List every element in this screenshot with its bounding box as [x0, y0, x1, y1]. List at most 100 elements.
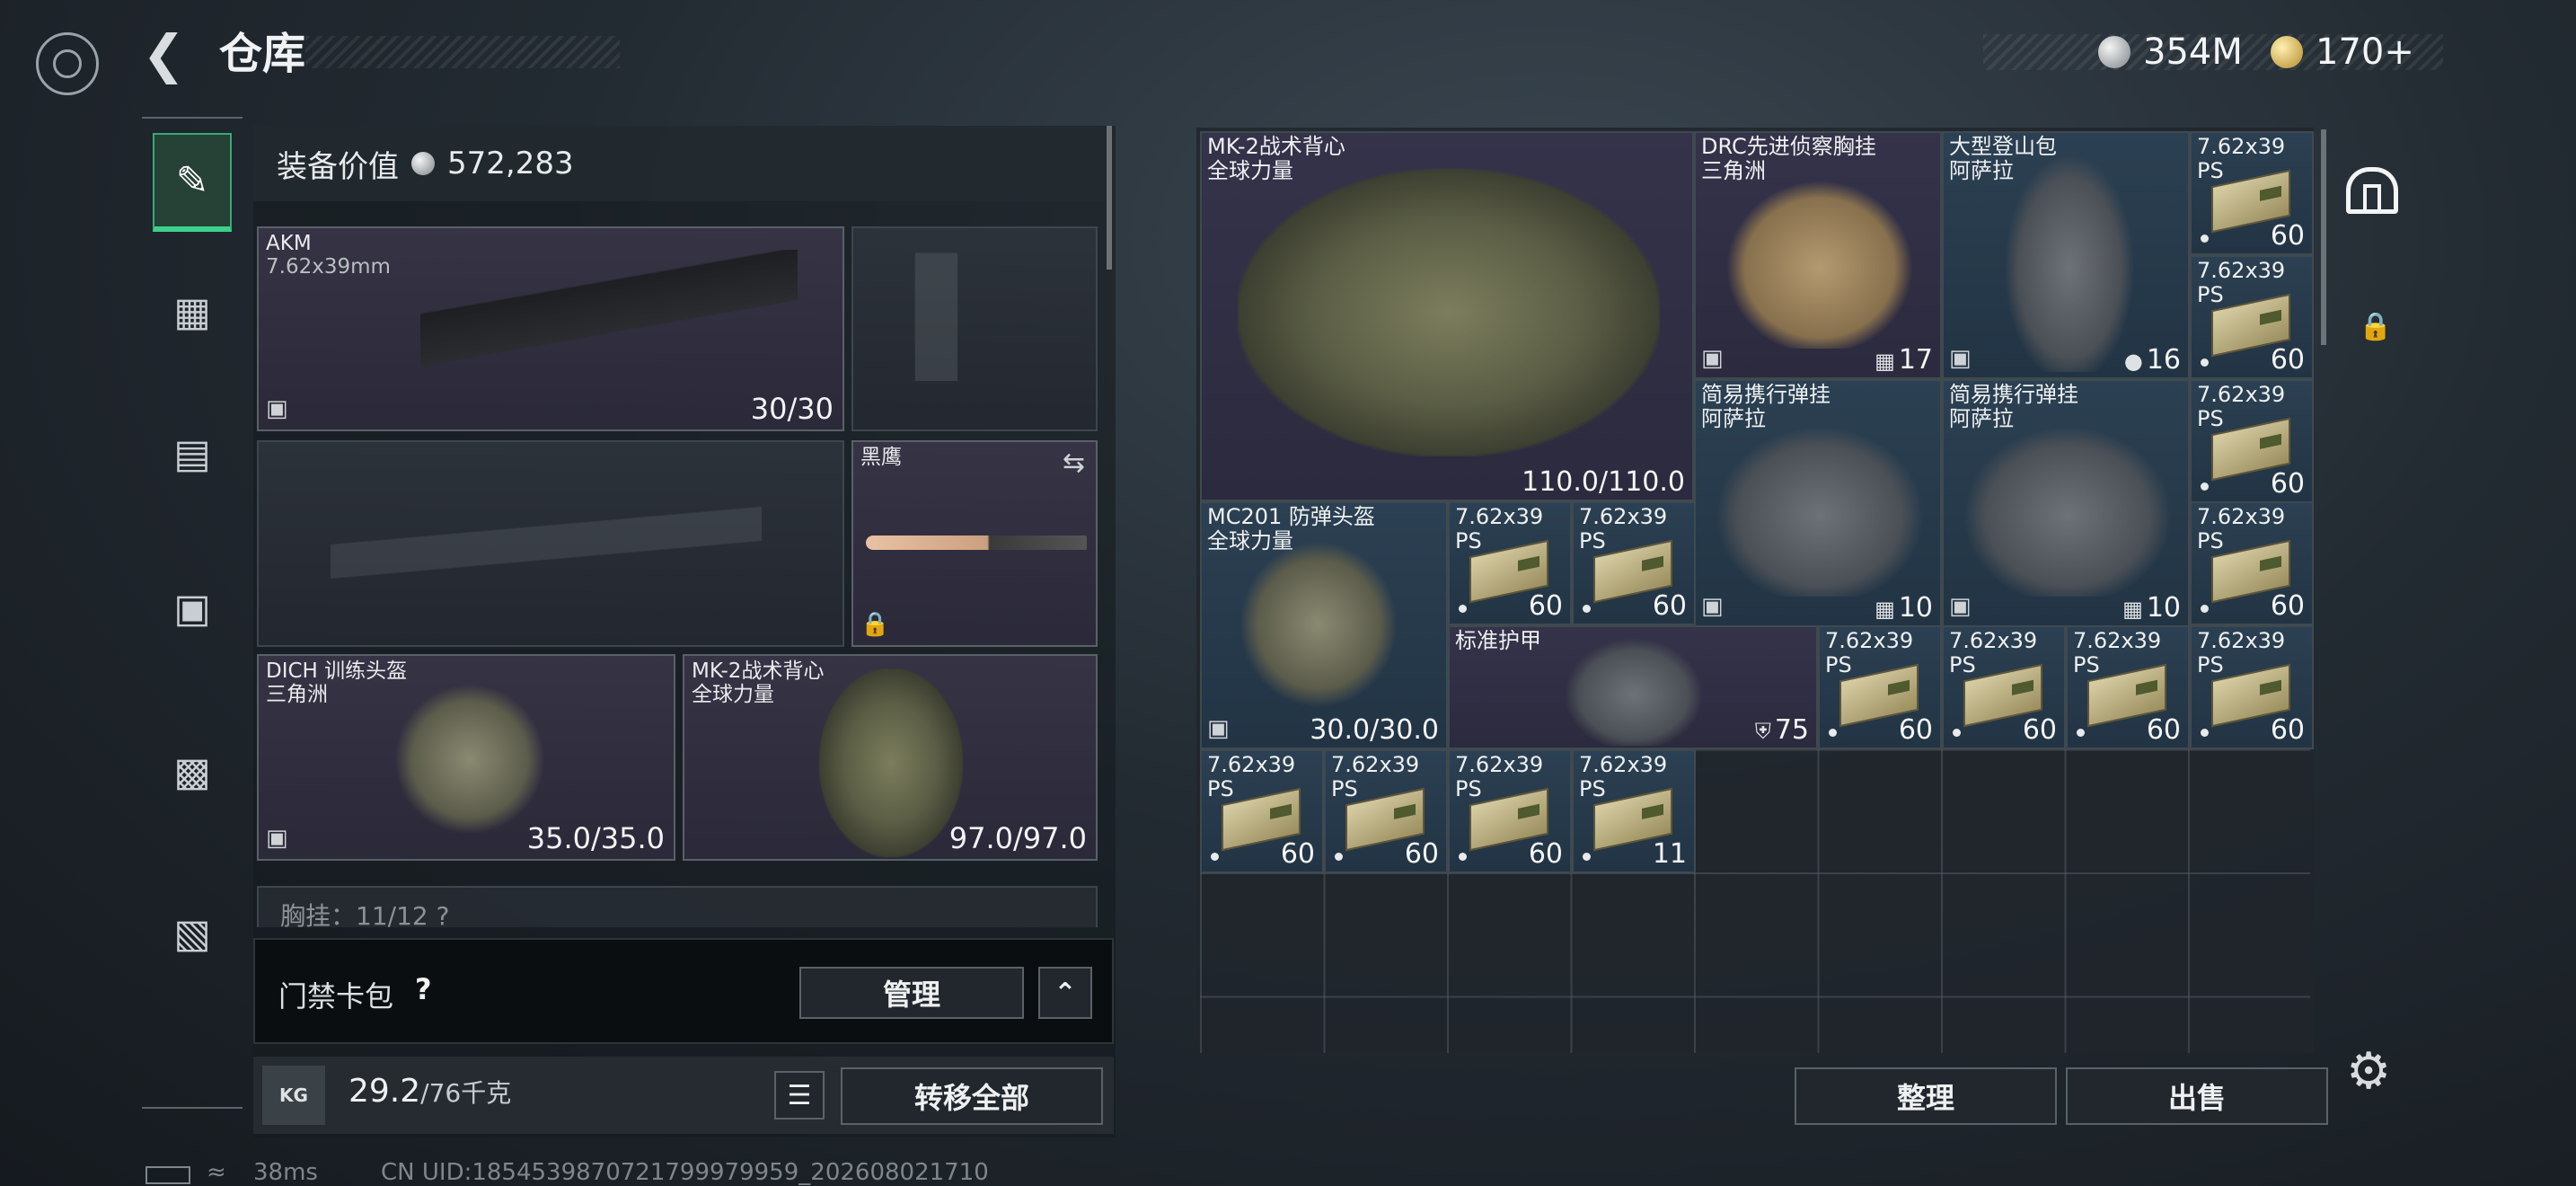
back-arrow-icon[interactable]: ❮ — [142, 27, 186, 81]
ammo-name: 7.62x39 PS — [1207, 752, 1296, 801]
stash-item-vest[interactable]: MK-2战术背心 全球力量 110.0/110.0 — [1200, 131, 1694, 501]
collapse-button[interactable]: ⌃ — [1038, 967, 1092, 1019]
stash-item-ammo[interactable]: 7.62x39 PS 60 — [2066, 625, 2190, 749]
shield-icon: ⛨ — [1754, 719, 1771, 744]
stash-item-ammo[interactable]: 7.62x39 PS 60 — [2190, 501, 2314, 625]
ammo-status-dot — [2201, 482, 2209, 491]
unbound-icon: ▣ — [1949, 593, 1972, 620]
stash-item-ammo[interactable]: 7.62x39 PS 60 — [1942, 625, 2066, 749]
category-nav: ✎ ▦ ▤ ▣ ▩ ▧ — [142, 117, 243, 1109]
weapon-ammo-count: 30/30 — [750, 392, 834, 426]
secondary-weapon-slot[interactable]: ▌ — [851, 226, 1098, 431]
equipment-value: 572,283 — [447, 146, 574, 181]
chest-rig-row[interactable]: 胸挂：11/12 ? — [257, 886, 1098, 927]
unbound-icon: ▣ — [1701, 593, 1724, 620]
unbound-icon: ▣ — [266, 825, 288, 852]
list-icon: ☰ — [787, 1079, 812, 1111]
stash-item-ammo[interactable]: 7.62x39 PS 11 — [1572, 749, 1696, 873]
weight-icon: KG — [262, 1066, 325, 1125]
sort-button[interactable]: 整理 — [1795, 1067, 2057, 1125]
backpack-icon: ▤ — [173, 430, 211, 477]
ammo-status-dot — [1829, 729, 1837, 737]
nav-item-backpack[interactable]: ▤ — [153, 404, 232, 503]
swap-icon[interactable]: ⇆ — [1063, 447, 1085, 479]
helmet-image — [1229, 530, 1408, 719]
helmet-slot[interactable]: DICH 训练头盔 三角洲 ▣ 35.0/35.0 — [257, 654, 675, 861]
ammo-status-dot — [2201, 358, 2209, 367]
loadout-scrollbar[interactable] — [1107, 126, 1112, 270]
item-name: MC201 防弹头盔 全球力量 — [1207, 504, 1375, 553]
primary-weapon-slot[interactable]: AKM 7.62x39mm ▣ 30/30 — [257, 226, 844, 431]
ammo-status-dot — [1583, 853, 1591, 861]
nav-item-armor[interactable]: ▦ — [153, 262, 232, 361]
page-title: 仓库 — [219, 29, 306, 79]
ping-value: 38ms — [253, 1159, 318, 1186]
nav-item-weapons[interactable]: ✎ — [153, 133, 232, 232]
stash-scrollbar[interactable] — [2321, 129, 2326, 345]
battery-icon — [146, 1166, 190, 1184]
ammo-name: 7.62x39 PS — [1579, 504, 1668, 553]
stash-item-ammo[interactable]: 7.62x39 PS 60 — [2190, 255, 2314, 379]
stash-item-ammo-rig-1[interactable]: 简易携行弹挂 阿萨拉 ▣ ▦ 10 — [1694, 379, 1942, 627]
stash-item-ammo[interactable]: 7.62x39 PS 60 — [2190, 379, 2314, 503]
stash-side-column — [2339, 128, 2411, 1137]
stash-item-ammo[interactable]: 7.62x39 PS 60 — [1448, 501, 1572, 625]
sell-button[interactable]: 出售 — [2066, 1067, 2328, 1125]
ammo-name: 7.62x39 PS — [1455, 752, 1544, 801]
stash-item-backpack[interactable]: 大型登山包 阿萨拉 ▣ ● 16 — [1942, 131, 2190, 379]
stash-item-ammo[interactable]: 7.62x39 PS 60 — [1200, 749, 1324, 873]
stash-home-icon[interactable] — [2346, 167, 2398, 214]
ammo-name: 7.62x39 PS — [2073, 628, 2162, 677]
vest-image — [819, 668, 963, 857]
list-view-button[interactable]: ☰ — [774, 1071, 825, 1120]
weapon-name: AKM 7.62x39mm — [266, 232, 391, 279]
ammo-count: 60 — [1528, 590, 1563, 622]
ammo-count: 11 — [1652, 838, 1687, 870]
weight-readout: 29.2/76千克 — [348, 1073, 512, 1110]
ammo-name: 7.62x39 PS — [2197, 382, 2286, 431]
user-uid: CN UID:1854539870721799979959_2026080217… — [381, 1159, 989, 1186]
stash-item-ammo[interactable]: 7.62x39 PS 60 — [2190, 625, 2314, 749]
pistol-placeholder-icon: ▌ — [916, 255, 1000, 380]
second-primary-slot[interactable] — [257, 440, 844, 647]
ammo-count: 60 — [2022, 714, 2057, 746]
lock-icon[interactable]: 🔒 — [2359, 311, 2392, 342]
vest-icon: ▦ — [173, 288, 211, 335]
settings-gear-icon[interactable]: ⚙ — [2346, 1042, 2391, 1101]
stash-item-helmet[interactable]: MC201 防弹头盔 全球力量 ▣ 30.0/30.0 — [1200, 501, 1448, 749]
stash-item-ammo[interactable]: 7.62x39 PS 60 — [1818, 625, 1942, 749]
item-capacity: ▦ 10 — [2122, 592, 2181, 624]
slots-icon: ▦ — [2122, 597, 2143, 622]
ammo-name: 7.62x39 PS — [2197, 258, 2286, 307]
armor-slot[interactable]: MK-2战术背心 全球力量 97.0/97.0 — [683, 654, 1098, 861]
nav-item-case[interactable]: ▧ — [153, 884, 232, 983]
helmet-durability: 35.0/35.0 — [526, 821, 665, 855]
melee-slot[interactable]: 黑鹰 ⇆ 🔒 — [851, 440, 1098, 647]
nav-item-bag[interactable]: ▣ — [153, 559, 232, 658]
ammo-count: 60 — [2270, 590, 2305, 622]
briefcase-icon: ▧ — [173, 910, 211, 957]
manage-button[interactable]: 管理 — [799, 967, 1024, 1019]
ammo-name: 7.62x39 PS — [1949, 628, 2038, 677]
stash-item-chest-rig[interactable]: DRC先进侦察胸挂 三角洲 ▣ ▦ 17 — [1694, 131, 1942, 379]
help-icon[interactable]: ? — [415, 972, 432, 1006]
slots-icon: ▦ — [1875, 349, 1895, 374]
helmet-name: DICH 训练头盔 三角洲 — [266, 659, 408, 706]
ammo-count: 60 — [1280, 838, 1315, 870]
stash-item-ammo[interactable]: 7.62x39 PS 60 — [2190, 131, 2314, 255]
rifle-image — [420, 250, 798, 394]
ammo-status-dot — [1211, 853, 1219, 861]
stash-item-ammo-rig-2[interactable]: 简易携行弹挂 阿萨拉 ▣ ▦ 10 — [1942, 379, 2190, 627]
helmet-image — [384, 674, 555, 845]
stash-item-ammo[interactable]: 7.62x39 PS 60 — [1448, 749, 1572, 873]
nav-item-container[interactable]: ▩ — [153, 722, 232, 821]
ammo-count: 60 — [1652, 590, 1687, 622]
transfer-all-button[interactable]: 转移全部 — [841, 1067, 1103, 1125]
stash-item-ammo[interactable]: 7.62x39 PS 60 — [1324, 749, 1448, 873]
ammo-count: 60 — [2270, 468, 2305, 500]
knife-image — [866, 535, 1087, 550]
stash-item-standard-armor[interactable]: 标准护甲 ⛨ 75 — [1448, 625, 1818, 749]
melee-name: 黑鹰 — [860, 446, 902, 469]
stash-item-ammo[interactable]: 7.62x39 PS 60 — [1572, 501, 1696, 625]
chevron-up-icon: ⌃ — [1054, 977, 1077, 1009]
